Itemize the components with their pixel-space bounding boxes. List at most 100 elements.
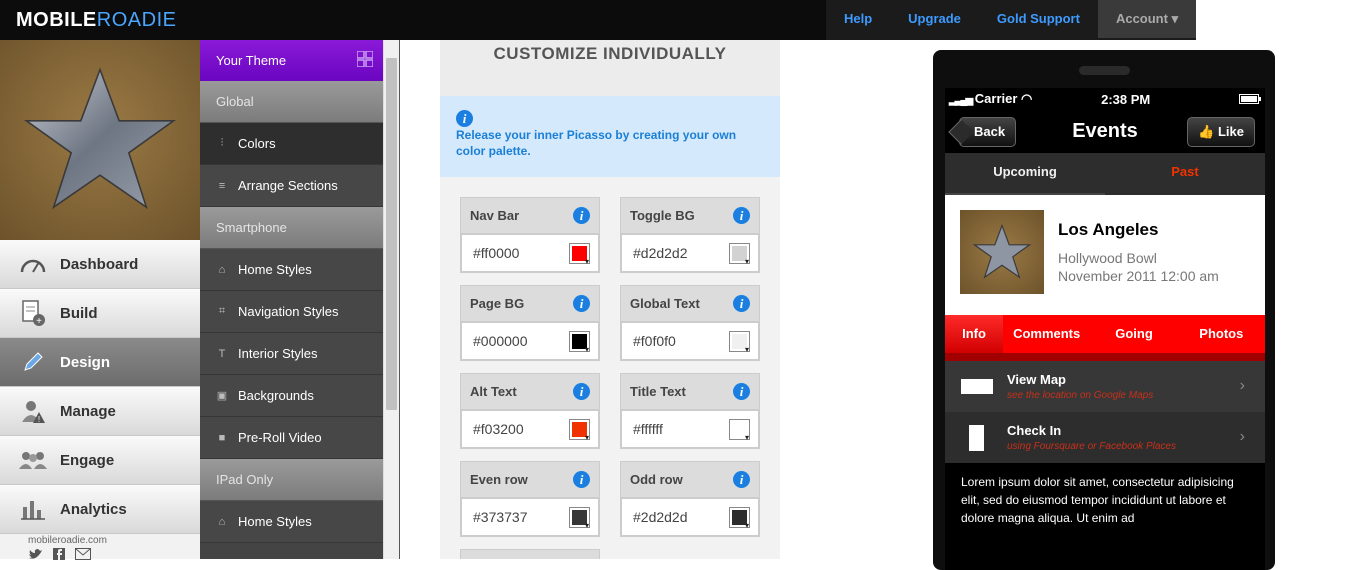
thumbs-up-icon: 👍 bbox=[1198, 123, 1215, 139]
color-swatch[interactable] bbox=[569, 330, 590, 354]
tab-going[interactable]: Going bbox=[1090, 315, 1177, 353]
color-card: Even row i #373737 bbox=[460, 461, 600, 537]
row-title: View Map bbox=[1007, 372, 1067, 387]
account-menu[interactable]: Account ▾ bbox=[1097, 0, 1197, 38]
svg-text:+: + bbox=[36, 316, 42, 327]
info-icon[interactable]: i bbox=[573, 295, 590, 312]
color-input[interactable]: #2d2d2d bbox=[620, 497, 760, 537]
tab-info[interactable]: Info bbox=[945, 315, 1003, 353]
email-icon[interactable] bbox=[75, 548, 91, 563]
gold-support-link[interactable]: Gold Support bbox=[979, 0, 1098, 38]
info-icon[interactable]: i bbox=[733, 383, 750, 400]
navigation-icon: ⌗ bbox=[218, 305, 226, 317]
subnav-item-navigation-styles[interactable]: ⌗ Navigation Styles bbox=[200, 291, 383, 333]
grid-icon[interactable] bbox=[356, 50, 374, 70]
color-input[interactable]: #f03200 bbox=[460, 409, 600, 449]
view-map-row[interactable]: View Map see the location on Google Maps … bbox=[945, 361, 1265, 412]
subnav-item-home-styles[interactable]: ⌂ Home Styles bbox=[200, 249, 383, 291]
brand-logo[interactable]: MOBILEROADIE bbox=[16, 9, 176, 32]
color-input[interactable]: #ff0000 bbox=[460, 233, 600, 273]
subnav-scrollbar[interactable] bbox=[383, 40, 399, 559]
swatch-fill bbox=[732, 509, 747, 525]
nav-design-label: Design bbox=[60, 353, 111, 371]
color-swatch[interactable] bbox=[569, 418, 590, 442]
nav-design[interactable]: Design bbox=[0, 338, 210, 387]
color-card-header: Nav Bar i bbox=[460, 197, 600, 233]
star-icon bbox=[972, 223, 1032, 279]
color-label: Odd row bbox=[630, 472, 683, 487]
subnav-item-backgrounds[interactable]: ▣ Backgrounds bbox=[200, 375, 383, 417]
tab-photos[interactable]: Photos bbox=[1178, 315, 1265, 353]
subnav-item-ipad-home-styles[interactable]: ⌂ Home Styles bbox=[200, 501, 383, 543]
color-card-header: Odd row i bbox=[620, 461, 760, 497]
subnav-item-colors[interactable]: ⫶ Colors bbox=[200, 123, 383, 165]
chevron-right-icon: › bbox=[1239, 377, 1245, 394]
color-input[interactable]: #f0f0f0 bbox=[620, 321, 760, 361]
home-icon: ⌂ bbox=[218, 515, 226, 528]
color-swatch[interactable] bbox=[569, 242, 590, 266]
phone-back-button[interactable]: Back bbox=[959, 116, 1017, 147]
phone-preview: ▂▃▄▅ Carrier ◠ 2:38 PM Events Back 👍 Lik… bbox=[933, 50, 1275, 570]
facebook-icon[interactable] bbox=[53, 548, 65, 563]
swatch-fill bbox=[732, 333, 747, 349]
color-value: #ff0000 bbox=[473, 245, 520, 261]
nav-dashboard[interactable]: Dashboard bbox=[0, 240, 200, 289]
color-swatch[interactable] bbox=[729, 242, 750, 266]
color-card-header: Global Text i bbox=[620, 285, 760, 321]
info-icon[interactable]: i bbox=[733, 471, 750, 488]
like-label: Like bbox=[1217, 123, 1244, 139]
subnav-item-label: Navigation Styles bbox=[238, 304, 339, 319]
swatch-fill bbox=[732, 421, 747, 437]
color-input[interactable]: #000000 bbox=[460, 321, 600, 361]
event-card: Los Angeles Hollywood Bowl November 2011… bbox=[945, 195, 1265, 315]
info-icon[interactable]: i bbox=[573, 471, 590, 488]
color-card-header: Toggle BG i bbox=[620, 197, 760, 233]
wifi-icon: ◠ bbox=[1021, 91, 1033, 106]
color-card: Page BG i #000000 bbox=[460, 285, 600, 361]
app-icon bbox=[0, 40, 200, 240]
nav-manage[interactable]: ! Manage bbox=[0, 387, 200, 436]
toggle-upcoming[interactable]: Upcoming bbox=[945, 153, 1105, 195]
phone-screen: ▂▃▄▅ Carrier ◠ 2:38 PM Events Back 👍 Lik… bbox=[945, 88, 1265, 570]
event-tabs: Info Comments Going Photos bbox=[945, 315, 1265, 361]
color-swatch[interactable] bbox=[569, 506, 590, 530]
status-bar: ▂▃▄▅ Carrier ◠ 2:38 PM bbox=[945, 88, 1265, 110]
subnav-item-arrange-sections[interactable]: ≡ Arrange Sections bbox=[200, 165, 383, 207]
info-icon[interactable]: i bbox=[733, 295, 750, 312]
subnav-item-pre-roll-video[interactable]: ■ Pre-Roll Video bbox=[200, 417, 383, 459]
info-icon[interactable]: i bbox=[733, 207, 750, 224]
bar-chart-icon bbox=[18, 494, 48, 524]
nav-build[interactable]: + Build bbox=[0, 289, 200, 338]
toggle-past[interactable]: Past bbox=[1105, 153, 1265, 195]
color-card: Toggle BG i #d2d2d2 bbox=[620, 197, 760, 273]
color-input[interactable]: #373737 bbox=[460, 497, 600, 537]
twitter-icon[interactable] bbox=[28, 548, 43, 563]
color-swatch[interactable] bbox=[729, 330, 750, 354]
info-icon[interactable]: i bbox=[573, 383, 590, 400]
footer-site-link[interactable]: mobileroadie.com bbox=[0, 534, 200, 546]
row-subtitle: see the location on Google Maps bbox=[1007, 390, 1154, 401]
info-icon[interactable]: i bbox=[573, 207, 590, 224]
check-in-row[interactable]: Check In using Foursquare or Facebook Pla… bbox=[945, 412, 1265, 463]
swatch-fill bbox=[732, 245, 747, 261]
subnav-item-label: Home Styles bbox=[238, 262, 312, 277]
color-input[interactable]: #d2d2d2 bbox=[620, 233, 760, 273]
scrollbar-thumb[interactable] bbox=[386, 58, 397, 410]
help-link[interactable]: Help bbox=[826, 0, 890, 38]
nav-engage[interactable]: Engage bbox=[0, 436, 200, 485]
upgrade-link[interactable]: Upgrade bbox=[890, 0, 979, 38]
color-swatch[interactable] bbox=[729, 418, 750, 442]
carrier-label: Carrier bbox=[974, 91, 1018, 106]
nav-manage-label: Manage bbox=[60, 402, 116, 420]
color-card-header: Title Text i bbox=[620, 373, 760, 409]
nav-analytics[interactable]: Analytics bbox=[0, 485, 200, 534]
your-theme-header[interactable]: Your Theme bbox=[200, 40, 383, 81]
color-card-header: Even row i bbox=[460, 461, 600, 497]
color-swatch[interactable] bbox=[729, 506, 750, 530]
phone-like-button[interactable]: 👍 Like bbox=[1187, 116, 1255, 147]
color-input[interactable]: #ffffff bbox=[620, 409, 760, 449]
subnav-item-label: Arrange Sections bbox=[238, 178, 338, 193]
subnav-item-interior-styles[interactable]: T Interior Styles bbox=[200, 333, 383, 375]
tab-comments[interactable]: Comments bbox=[1003, 315, 1090, 353]
color-card-header: Page BG i bbox=[460, 285, 600, 321]
